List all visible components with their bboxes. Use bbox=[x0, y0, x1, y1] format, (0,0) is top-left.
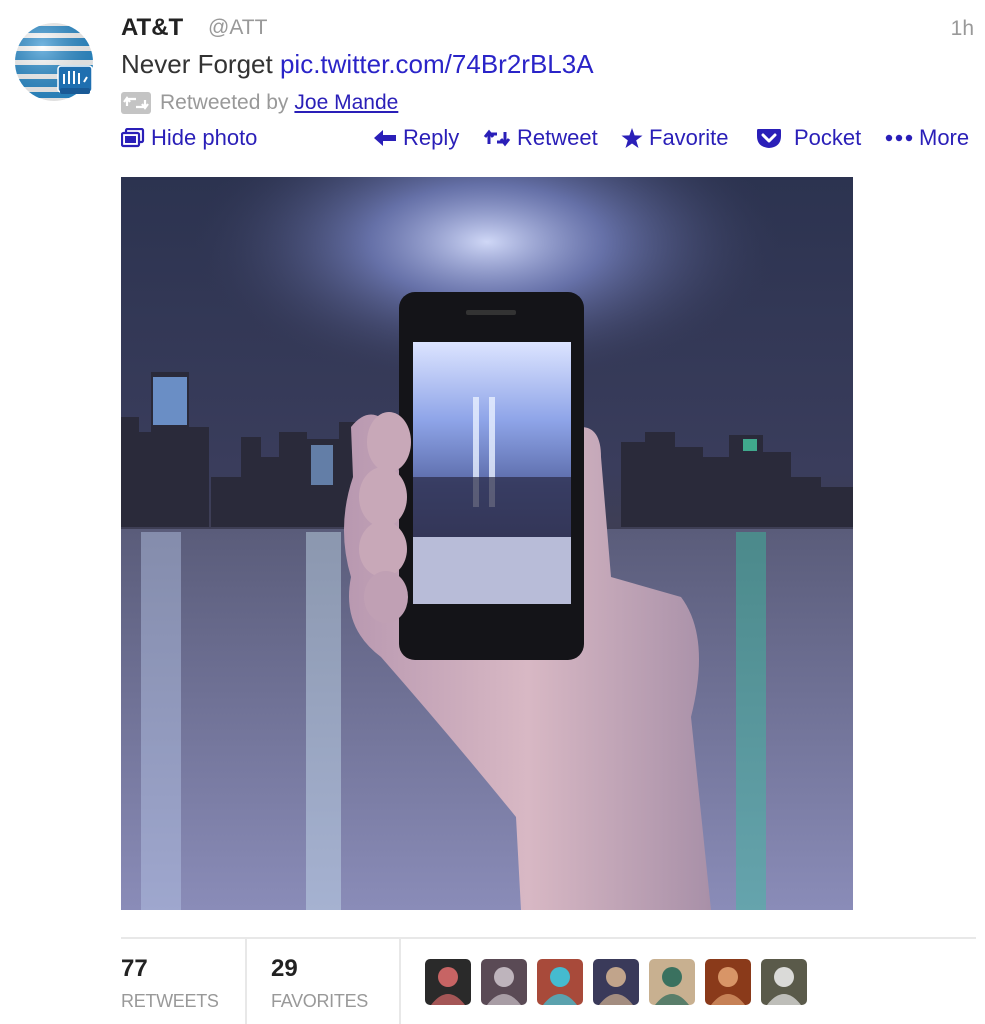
favorites-count: 29 bbox=[271, 955, 298, 982]
tweet-text: Never Forget pic.twitter.com/74Br2rBL3A bbox=[121, 49, 594, 80]
person-avatar-icon bbox=[649, 959, 695, 1005]
tweet-header: AT&T @ATT 1h bbox=[121, 12, 976, 46]
more-button[interactable]: More bbox=[885, 125, 969, 151]
crowd-avatar-icon bbox=[593, 959, 639, 1005]
more-dots-icon bbox=[885, 134, 913, 142]
robot-avatar-icon bbox=[537, 959, 583, 1005]
retweet-context-icon bbox=[121, 92, 151, 114]
author-handle[interactable]: @ATT bbox=[208, 16, 267, 40]
author-name[interactable]: AT&T bbox=[121, 14, 183, 42]
author-avatar[interactable] bbox=[14, 22, 96, 102]
stats-divider bbox=[121, 937, 976, 939]
retweet-button[interactable]: Retweet bbox=[483, 125, 598, 151]
favorites-label: FAVORITES bbox=[271, 991, 368, 1011]
retweets-count: 77 bbox=[121, 955, 148, 982]
favoriter-avatar[interactable] bbox=[649, 959, 695, 1005]
tweet-media-link[interactable]: pic.twitter.com/74Br2rBL3A bbox=[280, 49, 594, 79]
favoriter-avatar[interactable] bbox=[761, 959, 807, 1005]
pocket-button[interactable]: Pocket bbox=[756, 125, 861, 151]
tweet-body: Never Forget bbox=[121, 49, 273, 79]
favoriter-avatar[interactable] bbox=[705, 959, 751, 1005]
photo-icon bbox=[121, 128, 145, 148]
retweets-label: RETWEETS bbox=[121, 991, 219, 1011]
favoriter-avatar[interactable] bbox=[593, 959, 639, 1005]
tweet-photo[interactable] bbox=[121, 177, 853, 910]
tweet-actions: Hide photo Reply Retweet Favorite Pocket bbox=[121, 125, 976, 157]
person-avatar-icon bbox=[481, 959, 527, 1005]
pocket-label: Pocket bbox=[794, 125, 862, 150]
cartoon-avatar-icon bbox=[425, 959, 471, 1005]
pocket-icon bbox=[757, 129, 781, 148]
person-avatar-icon bbox=[705, 959, 751, 1005]
stats-separator bbox=[399, 939, 401, 1024]
more-label: More bbox=[919, 125, 970, 150]
reply-button[interactable]: Reply bbox=[373, 125, 459, 151]
retweet-label: Retweet bbox=[517, 125, 598, 150]
hide-photo-label: Hide photo bbox=[151, 125, 258, 150]
retweeter-link[interactable]: Joe Mande bbox=[294, 91, 398, 115]
favorite-label: Favorite bbox=[649, 125, 729, 150]
favoriter-avatar[interactable] bbox=[537, 959, 583, 1005]
retweet-icon bbox=[483, 129, 511, 147]
retweeted-by-label: Retweeted by bbox=[160, 91, 289, 114]
favoriter-avatar[interactable] bbox=[425, 959, 471, 1005]
att-globe-icon bbox=[15, 23, 93, 101]
favoriter-avatars bbox=[425, 959, 807, 1005]
elderly-person-avatar-icon bbox=[761, 959, 807, 1005]
photo-hand-holding-phone-skyline bbox=[121, 177, 853, 910]
stats-separator bbox=[245, 939, 247, 1024]
hide-photo-button[interactable]: Hide photo bbox=[121, 125, 257, 151]
favorite-button[interactable]: Favorite bbox=[621, 125, 728, 151]
retweeted-by-line: Retweeted by Joe Mande bbox=[121, 91, 398, 115]
reply-label: Reply bbox=[403, 125, 460, 150]
star-icon bbox=[621, 127, 643, 148]
favoriter-avatar[interactable] bbox=[481, 959, 527, 1005]
tweet-timestamp[interactable]: 1h bbox=[951, 17, 974, 41]
reply-icon bbox=[374, 130, 396, 146]
